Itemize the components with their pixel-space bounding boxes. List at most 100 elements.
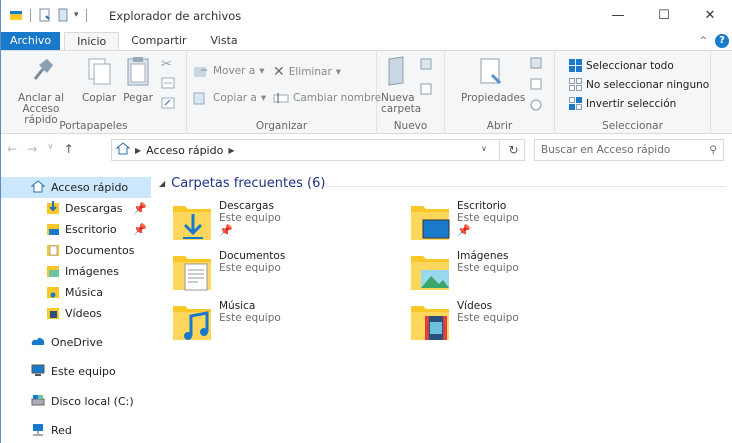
new-small-tools	[419, 57, 439, 99]
invert-selection-button[interactable]: Invertir selección	[569, 97, 676, 110]
group-label-seleccionar: Seleccionar	[602, 120, 663, 132]
group-abrir: Propiedades Abrir	[445, 51, 555, 134]
move-to-button[interactable]: Mover a ▾	[193, 64, 265, 78]
folder-tile-musica[interactable]: Música Este equipo	[171, 300, 401, 346]
properties-button[interactable]: Propiedades	[461, 55, 525, 104]
folder-location: Este equipo	[219, 312, 281, 324]
help-icon[interactable]: ?	[715, 34, 729, 48]
select-all-button[interactable]: Seleccionar todo	[569, 59, 674, 72]
nav-item-descargas[interactable]: Descargas 📌	[1, 198, 151, 219]
copy-label: Copiar	[81, 92, 117, 104]
folder-tile-documentos[interactable]: Documentos Este equipo	[171, 250, 401, 296]
select-all-icon	[569, 59, 582, 72]
refresh-button[interactable]: ↻	[499, 139, 527, 161]
copy-path-icon[interactable]	[161, 77, 175, 92]
up-icon[interactable]: ↑	[64, 142, 74, 156]
easy-access-icon[interactable]	[419, 82, 439, 99]
caption-buttons: — ☐ ✕	[595, 0, 732, 30]
folder-tile-imagenes[interactable]: Imágenes Este equipo	[409, 250, 639, 296]
folder-location: Este equipo	[457, 312, 519, 324]
rename-label: Cambiar nombre	[293, 92, 382, 104]
tab-vista[interactable]: Vista	[199, 32, 250, 50]
nav-item-documentos[interactable]: Documentos	[1, 240, 151, 261]
tab-inicio[interactable]: Inicio	[64, 32, 120, 50]
nav-item-escritorio[interactable]: Escritorio 📌	[1, 219, 151, 240]
folder-tile-escritorio[interactable]: Escritorio Este equipo 📌	[409, 200, 639, 246]
nav-item-red[interactable]: Red	[1, 420, 151, 441]
folder-name: Escritorio	[457, 200, 507, 212]
delete-button[interactable]: ✕ Eliminar ▾	[273, 64, 341, 80]
folder-location: Este equipo	[219, 212, 281, 224]
new-folder-button[interactable]: Nueva carpeta	[381, 55, 421, 115]
tab-compartir[interactable]: Compartir	[119, 32, 198, 50]
nav-label: Acceso rápido	[51, 181, 129, 194]
pinned-icon[interactable]: 📌	[133, 223, 147, 236]
recent-dropdown-icon[interactable]: ∨	[47, 142, 54, 156]
separator	[30, 8, 31, 22]
group-nuevo: Nueva carpeta Nuevo	[377, 51, 445, 134]
breadcrumb-path[interactable]: Acceso rápido	[146, 144, 223, 157]
properties-icon[interactable]	[38, 8, 52, 22]
breadcrumb-arrow-icon[interactable]: ▶	[135, 146, 141, 155]
section-divider	[326, 186, 726, 187]
close-button[interactable]: ✕	[687, 0, 732, 30]
qat-dropdown-icon[interactable]: ▾	[74, 10, 79, 20]
minimize-button[interactable]: —	[595, 0, 641, 30]
open-icon[interactable]	[529, 57, 549, 72]
open-small-tools	[529, 57, 549, 114]
back-icon[interactable]: ←	[7, 142, 17, 156]
nav-label: Imágenes	[65, 265, 119, 278]
pinned-icon[interactable]: 📌	[133, 202, 147, 215]
address-box[interactable]: ▶ Acceso rápido ▶	[111, 139, 525, 161]
downloads-folder-icon	[171, 200, 213, 246]
nav-label: Este equipo	[51, 365, 116, 378]
cut-icon[interactable]: ✂	[161, 57, 175, 72]
breadcrumb-arrow-icon[interactable]: ▶	[228, 146, 234, 155]
pinned-icon[interactable]: 📌	[219, 224, 281, 237]
address-bar-row: ← → ∨ ↑ ▶ Acceso rápido ▶ ∨ ↻ Buscar en …	[1, 134, 732, 166]
paste-button[interactable]: Pegar	[119, 55, 157, 104]
copy-button[interactable]: Copiar	[81, 55, 117, 104]
tab-archivo[interactable]: Archivo	[1, 32, 61, 50]
select-none-button[interactable]: No seleccionar ninguno	[569, 78, 709, 91]
history-icon[interactable]	[529, 99, 549, 114]
paste-shortcut-icon[interactable]	[161, 97, 175, 112]
search-input[interactable]: Buscar en Acceso rápido ⚲	[534, 139, 724, 161]
delete-icon: ✕	[273, 64, 285, 80]
nav-item-este-equipo[interactable]: Este equipo	[1, 361, 151, 382]
forward-icon[interactable]: →	[27, 142, 37, 156]
folder-tile-descargas[interactable]: Descargas Este equipo 📌	[171, 200, 401, 246]
explorer-folder-icon[interactable]	[9, 8, 23, 22]
new-folder-icon[interactable]	[56, 8, 70, 22]
pictures-icon	[47, 264, 59, 280]
nav-item-disco-local[interactable]: Disco local (C:)	[1, 391, 151, 412]
nav-item-imagenes[interactable]: Imágenes	[1, 261, 151, 282]
section-header[interactable]: ◢ Carpetas frecuentes (6)	[159, 176, 325, 191]
rename-button[interactable]: Cambiar nombre	[273, 91, 381, 105]
edit-icon[interactable]	[529, 78, 549, 93]
move-icon	[194, 67, 207, 77]
address-dropdown-icon[interactable]: ∨	[481, 144, 487, 153]
documents-folder-icon	[171, 250, 213, 296]
collapse-ribbon-icon[interactable]: ^	[699, 36, 707, 46]
nav-label: Descargas	[65, 202, 123, 215]
nav-item-onedrive[interactable]: OneDrive	[1, 332, 151, 353]
nav-item-videos[interactable]: Vídeos	[1, 303, 151, 324]
section-title: Carpetas frecuentes (6)	[171, 176, 326, 191]
move-label: Mover a	[213, 65, 256, 77]
pictures-folder-icon	[409, 250, 451, 296]
pinned-icon[interactable]: 📌	[457, 224, 519, 237]
search-icon: ⚲	[709, 144, 717, 156]
group-label-portapapeles: Portapapeles	[59, 120, 128, 132]
quick-access-icon	[30, 179, 46, 196]
collapse-icon[interactable]: ◢	[159, 179, 165, 188]
pin-quick-access-button[interactable]: Anclar al Acceso rápido	[5, 55, 77, 126]
new-item-icon[interactable]	[419, 57, 439, 74]
navigation-pane: Acceso rápido Descargas 📌 Escritorio 📌 D…	[1, 166, 151, 443]
content-pane: ◢ Carpetas frecuentes (6) Descargas Este…	[151, 166, 732, 443]
nav-item-musica[interactable]: Música	[1, 282, 151, 303]
folder-tile-videos[interactable]: Vídeos Este equipo	[409, 300, 639, 346]
copy-to-button[interactable]: Copiar a ▾	[193, 91, 266, 105]
maximize-button[interactable]: ☐	[641, 0, 687, 30]
nav-item-quick-access[interactable]: Acceso rápido	[1, 177, 151, 198]
